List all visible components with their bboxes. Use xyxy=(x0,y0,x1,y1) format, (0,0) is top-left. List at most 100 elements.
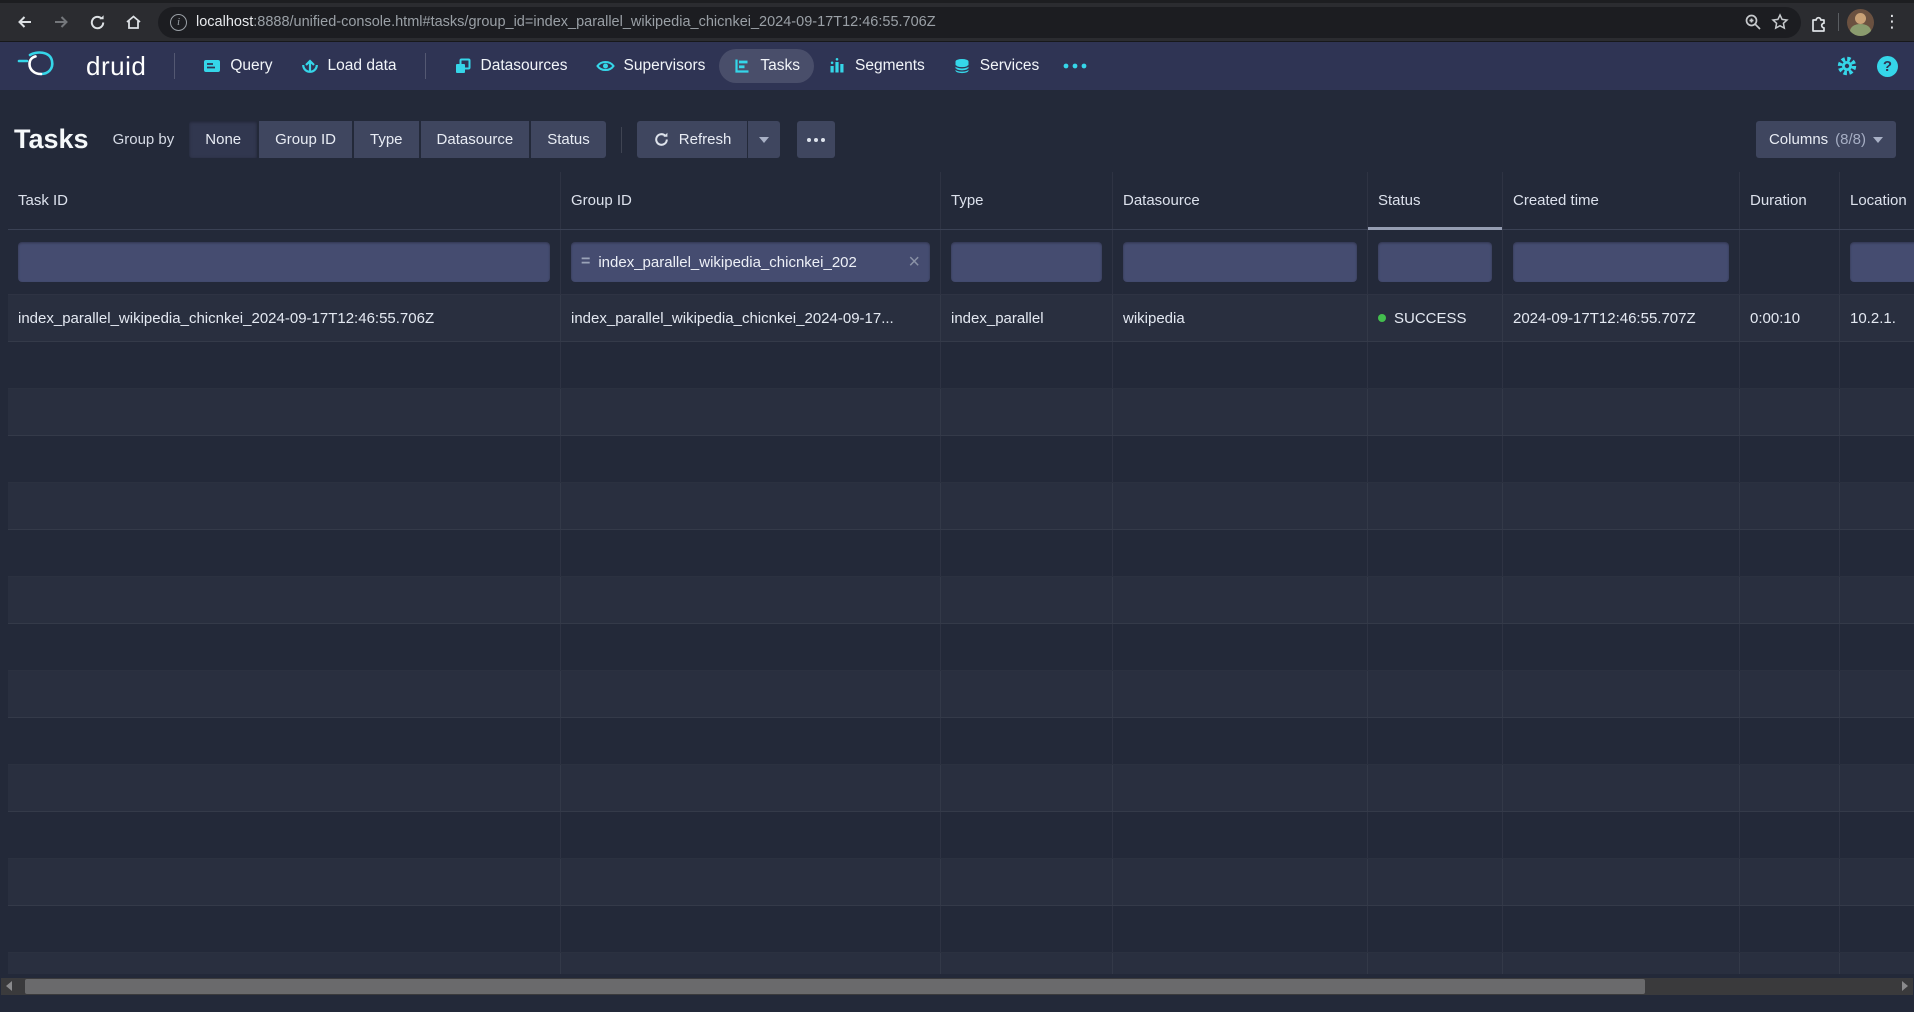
table-row-empty xyxy=(8,342,1914,389)
site-info-icon[interactable]: i xyxy=(170,14,187,31)
table-cell-empty xyxy=(1368,530,1503,576)
table-cell-empty xyxy=(561,577,941,623)
profile-avatar[interactable] xyxy=(1847,9,1874,36)
database-icon xyxy=(953,57,971,75)
table-cell-empty xyxy=(1840,530,1914,576)
clear-filter-icon[interactable] xyxy=(908,252,920,272)
table-cell-empty xyxy=(561,859,941,905)
created-time-filter-input[interactable] xyxy=(1513,242,1729,282)
chevron-down-icon xyxy=(1873,137,1883,143)
url-text[interactable]: localhost:8888/unified-console.html#task… xyxy=(196,14,1735,30)
refresh-caret-button[interactable] xyxy=(748,121,780,158)
group-id-filter-input[interactable]: index_parallel_wikipedia_chicnkei_202 xyxy=(571,242,930,282)
table-cell-empty xyxy=(1113,718,1368,764)
columns-button[interactable]: Columns (8/8) xyxy=(1756,121,1896,158)
bookmark-star-icon[interactable] xyxy=(1771,13,1789,31)
refresh-button[interactable]: Refresh xyxy=(637,121,748,158)
address-bar[interactable]: i localhost:8888/unified-console.html#ta… xyxy=(158,7,1801,38)
table-cell-empty xyxy=(941,342,1113,388)
scrollbar-thumb[interactable] xyxy=(25,979,1645,994)
table-row-empty xyxy=(8,624,1914,671)
toolbar-more-button[interactable] xyxy=(797,121,835,158)
druid-logo[interactable]: druid xyxy=(16,49,146,83)
nav-item-segments[interactable]: Segments xyxy=(814,49,939,83)
horizontal-scrollbar[interactable] xyxy=(1,978,1913,995)
table-cell-empty xyxy=(941,859,1113,905)
column-header-datasource[interactable]: Datasource xyxy=(1113,172,1368,229)
table-cell-empty xyxy=(1368,859,1503,905)
column-header-task-id[interactable]: Task ID xyxy=(8,172,561,229)
table-row-empty xyxy=(8,765,1914,812)
zoom-icon[interactable] xyxy=(1744,13,1762,31)
help-icon[interactable]: ? xyxy=(1877,56,1898,77)
nav-item-load-data[interactable]: Load data xyxy=(287,49,411,83)
table-cell-empty xyxy=(1740,436,1840,482)
chrome-menu-icon[interactable] xyxy=(1882,12,1902,32)
type-filter-input[interactable] xyxy=(951,242,1102,282)
table-cell-empty xyxy=(1503,483,1740,529)
column-header-group-id[interactable]: Group ID xyxy=(561,172,941,229)
column-header-duration[interactable]: Duration xyxy=(1740,172,1840,229)
table-cell-empty xyxy=(1113,577,1368,623)
reload-icon[interactable] xyxy=(80,6,114,38)
column-header-created-time[interactable]: Created time xyxy=(1503,172,1740,229)
sort-indicator xyxy=(1368,227,1502,230)
chrome-divider xyxy=(1838,13,1839,31)
more-icon xyxy=(807,138,825,142)
table-cell-empty xyxy=(941,577,1113,623)
column-header-type[interactable]: Type xyxy=(941,172,1113,229)
table-cell-empty xyxy=(1503,624,1740,670)
group-id-filter-value[interactable]: index_parallel_wikipedia_chicnkei_202 xyxy=(598,254,900,271)
table-cell-empty xyxy=(1368,765,1503,811)
task-id-filter-input[interactable] xyxy=(18,242,550,282)
nav-item-supervisors[interactable]: Supervisors xyxy=(582,49,720,83)
location-filter-input[interactable] xyxy=(1850,242,1914,282)
table-cell-empty xyxy=(1840,436,1914,482)
cell-duration: 0:00:10 xyxy=(1740,295,1840,341)
table-body: index_parallel_wikipedia_chicnkei_2024-0… xyxy=(8,295,1914,974)
nav-more-icon[interactable] xyxy=(1053,49,1097,83)
status-filter-input[interactable] xyxy=(1378,242,1492,282)
table-cell-empty xyxy=(561,483,941,529)
scroll-left-arrow[interactable] xyxy=(6,981,12,991)
cell-status: SUCCESS xyxy=(1368,295,1503,341)
table-cell-empty xyxy=(8,624,561,670)
table-cell-empty xyxy=(1368,906,1503,952)
group-by-none-button[interactable]: None xyxy=(189,121,257,158)
back-icon[interactable] xyxy=(8,6,42,38)
group-by-group-id-button[interactable]: Group ID xyxy=(259,121,352,158)
settings-gear-icon[interactable] xyxy=(1835,54,1859,78)
table-cell-empty xyxy=(1368,671,1503,717)
group-by-status-button[interactable]: Status xyxy=(531,121,606,158)
nav-item-query[interactable]: Query xyxy=(189,49,286,83)
group-by-datasource-button[interactable]: Datasource xyxy=(421,121,530,158)
status-badge: SUCCESS xyxy=(1394,310,1467,327)
nav-item-tasks[interactable]: Tasks xyxy=(719,49,814,83)
datasource-filter-input[interactable] xyxy=(1123,242,1357,282)
table-cell-empty xyxy=(1503,765,1740,811)
table-cell-empty xyxy=(1368,953,1503,974)
table-filter-row: index_parallel_wikipedia_chicnkei_202 xyxy=(8,230,1914,295)
table-cell-empty xyxy=(8,342,561,388)
table-cell-empty xyxy=(941,436,1113,482)
druid-navbar: druid Query Load data Datasources Superv… xyxy=(0,42,1914,90)
group-by-type-button[interactable]: Type xyxy=(354,121,419,158)
table-cell-empty xyxy=(8,530,561,576)
browser-toolbar: i localhost:8888/unified-console.html#ta… xyxy=(0,0,1914,42)
nav-item-services[interactable]: Services xyxy=(939,49,1053,83)
home-icon[interactable] xyxy=(116,6,150,38)
column-header-status[interactable]: Status xyxy=(1368,172,1503,229)
table-cell-empty xyxy=(1740,530,1840,576)
scroll-right-arrow[interactable] xyxy=(1902,981,1908,991)
gantt-chart-icon xyxy=(733,57,751,75)
nav-item-datasources[interactable]: Datasources xyxy=(440,49,582,83)
table-row[interactable]: index_parallel_wikipedia_chicnkei_2024-0… xyxy=(8,295,1914,342)
cell-task-id: index_parallel_wikipedia_chicnkei_2024-0… xyxy=(8,295,561,341)
forward-icon[interactable] xyxy=(44,6,78,38)
table-cell-empty xyxy=(1113,530,1368,576)
extensions-icon[interactable] xyxy=(1809,12,1830,33)
equals-filter-icon[interactable] xyxy=(581,253,590,271)
column-header-location[interactable]: Location xyxy=(1840,172,1914,229)
group-by-button-group: None Group ID Type Datasource Status xyxy=(189,121,606,158)
table-cell-empty xyxy=(8,389,561,435)
